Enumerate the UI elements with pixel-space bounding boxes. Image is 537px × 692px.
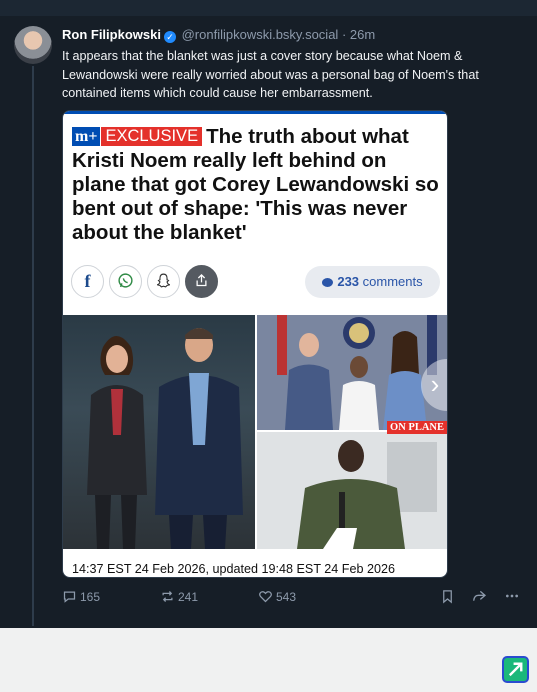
repost-count: 241 xyxy=(178,590,199,604)
article-photo-top-right xyxy=(257,315,447,430)
bookmark-icon xyxy=(443,590,452,604)
app-badge-icon[interactable] xyxy=(502,656,529,683)
post: Ron Filipkowski ✓ @ronfilipkowski.bsky.so… xyxy=(0,0,537,628)
brand-logo: m+ xyxy=(72,127,101,146)
comments-button[interactable]: 233 comments xyxy=(305,266,440,298)
avatar[interactable] xyxy=(14,26,52,64)
reply-button[interactable]: 165 xyxy=(62,588,100,606)
photo-person-man xyxy=(155,328,243,549)
exclusive-badge: EXCLUSIVE xyxy=(101,127,203,146)
comments-count: 233 xyxy=(337,274,360,289)
repost-button[interactable]: 241 xyxy=(160,588,198,606)
comment-bubble-icon xyxy=(322,278,334,287)
separator: · xyxy=(341,27,347,42)
snapchat-icon[interactable] xyxy=(147,265,180,298)
reply-icon xyxy=(63,591,76,603)
author-name[interactable]: Ron Filipkowski xyxy=(62,27,161,42)
photo-group xyxy=(257,315,447,430)
more-options-button[interactable] xyxy=(504,588,523,606)
more-icon xyxy=(506,594,518,598)
article-photo-bottom-right xyxy=(257,432,447,549)
card-accent-line xyxy=(63,111,447,114)
like-button[interactable]: 543 xyxy=(258,588,296,606)
arrow-icon xyxy=(508,662,523,677)
post-actions: 165 241 543 xyxy=(62,588,528,608)
reply-count: 165 xyxy=(80,590,101,604)
post-header: Ron Filipkowski ✓ @ronfilipkowski.bsky.so… xyxy=(62,27,375,43)
article-headline[interactable]: m+ EXCLUSIVE The truth about what Kristi N… xyxy=(72,125,442,245)
embedded-article-card[interactable]: m+ EXCLUSIVE The truth about what Kristi N… xyxy=(62,110,448,578)
article-photo-main xyxy=(63,315,255,549)
heart-icon xyxy=(259,591,272,603)
share-arrow-icon xyxy=(473,590,487,601)
verified-icon: ✓ xyxy=(163,31,176,43)
post-time[interactable]: 26m xyxy=(350,27,375,42)
author-handle[interactable]: @ronfilipkowski.bsky.social xyxy=(182,27,339,42)
share-post-button[interactable] xyxy=(471,588,490,606)
photo-person-woman xyxy=(87,336,147,549)
article-date-line: 14:37 EST 24 Feb 2026, updated 19:48 EST… xyxy=(72,562,396,576)
whatsapp-icon[interactable] xyxy=(109,265,142,298)
bookmark-button[interactable] xyxy=(440,588,458,606)
repost-icon xyxy=(162,591,173,602)
bottom-area xyxy=(0,628,537,692)
facebook-icon[interactable]: f xyxy=(71,265,104,298)
like-count: 543 xyxy=(276,590,297,604)
on-plane-label: ON PLANE xyxy=(387,421,447,434)
post-text: It appears that the blanket was just a c… xyxy=(62,49,479,100)
photo-pilot xyxy=(257,432,447,549)
share-icon[interactable] xyxy=(185,265,218,298)
comments-label: comments xyxy=(362,274,423,289)
top-bar xyxy=(0,0,537,16)
thread-line xyxy=(32,66,34,626)
